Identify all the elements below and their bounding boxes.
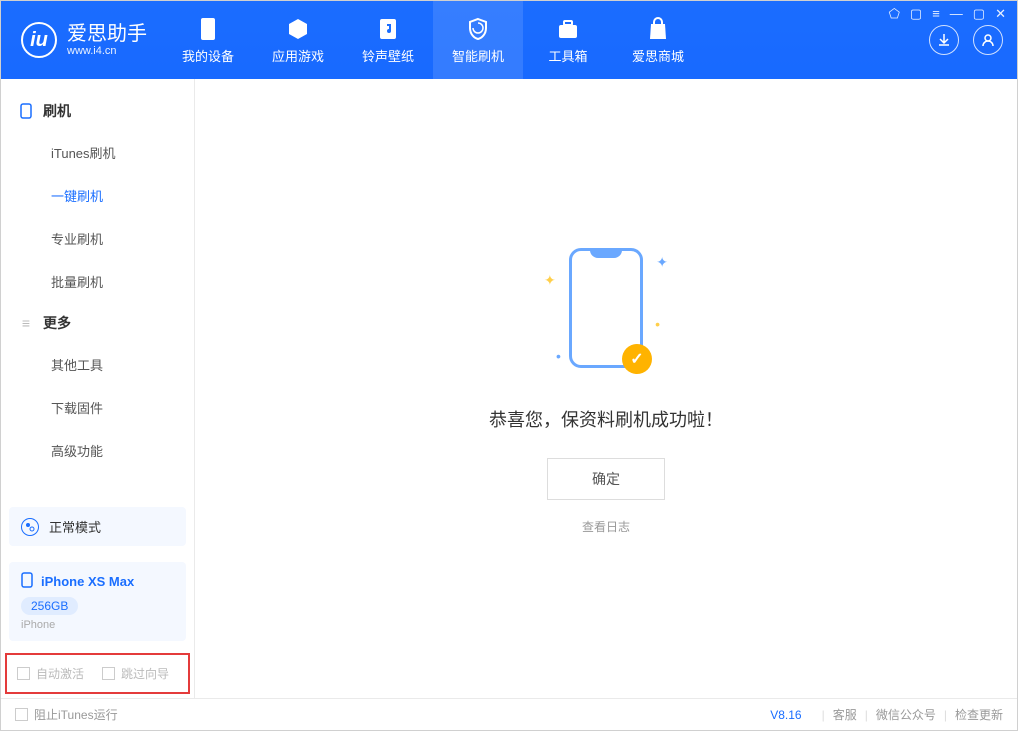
cube-icon: [285, 16, 311, 42]
tab-ringtones[interactable]: 铃声壁纸: [343, 1, 433, 79]
skin-icon[interactable]: ▢: [910, 6, 922, 22]
sidebar-group-more: ≡ 更多: [1, 303, 194, 343]
main-content: ✦ ✦ • • ✓ 恭喜您，保资料刷机成功啦！ 确定 查看日志: [195, 79, 1017, 698]
app-name: 爱思助手: [67, 23, 147, 45]
status-bar: 阻止iTunes运行 V8.16 | 客服 | 微信公众号 | 检查更新: [1, 698, 1017, 730]
device-mode-box[interactable]: 正常模式: [9, 507, 186, 546]
shield-icon: [465, 16, 491, 42]
sidebar-item-pro-flash[interactable]: 专业刷机: [1, 217, 194, 260]
minimize-icon[interactable]: —: [950, 6, 963, 22]
app-header: ⬠ ▢ ≡ — ▢ ✕ iu 爱思助手 www.i4.cn 我的设备 应用游戏 …: [1, 1, 1017, 79]
tab-label: 工具箱: [548, 46, 587, 65]
link-service[interactable]: 客服: [833, 706, 857, 723]
version-label: V8.16: [770, 708, 801, 722]
success-illustration: ✦ ✦ • • ✓: [526, 242, 686, 382]
sparkle-icon: ✦: [544, 272, 556, 289]
tab-flash[interactable]: 智能刷机: [433, 1, 523, 79]
download-button[interactable]: [929, 25, 959, 55]
tab-label: 我的设备: [182, 46, 234, 65]
sidebar-item-advanced[interactable]: 高级功能: [1, 429, 194, 472]
success-message: 恭喜您，保资料刷机成功啦！: [489, 406, 723, 432]
phone-outline-icon: [19, 104, 33, 118]
sidebar-item-batch-flash[interactable]: 批量刷机: [1, 260, 194, 303]
tab-label: 爱思商城: [632, 46, 684, 65]
tab-store[interactable]: 爱思商城: [613, 1, 703, 79]
sidebar-item-other-tools[interactable]: 其他工具: [1, 343, 194, 386]
pin-icon[interactable]: ⬠: [889, 6, 900, 22]
phone-icon: [195, 16, 221, 42]
device-card[interactable]: iPhone XS Max 256GB iPhone: [9, 562, 186, 641]
sidebar-item-itunes-flash[interactable]: iTunes刷机: [1, 131, 194, 174]
mode-label: 正常模式: [49, 517, 101, 536]
sparkle-icon: •: [655, 316, 660, 332]
tab-my-device[interactable]: 我的设备: [163, 1, 253, 79]
group-title: 刷机: [43, 101, 71, 121]
check-badge-icon: ✓: [622, 344, 652, 374]
toolbox-icon: [555, 16, 581, 42]
app-url: www.i4.cn: [67, 45, 147, 57]
sparkle-icon: ✦: [656, 254, 668, 271]
checkbox-icon: [102, 667, 115, 680]
highlighted-options: 自动激活 跳过向导: [5, 653, 190, 694]
device-storage-badge: 256GB: [21, 597, 78, 615]
device-name: iPhone XS Max: [41, 574, 134, 589]
logo-area: iu 爱思助手 www.i4.cn: [1, 1, 163, 79]
chk-stop-itunes[interactable]: 阻止iTunes运行: [15, 706, 118, 723]
mode-icon: [21, 518, 39, 536]
confirm-button[interactable]: 确定: [547, 458, 665, 500]
tab-label: 铃声壁纸: [362, 46, 414, 65]
music-icon: [375, 16, 401, 42]
sidebar-group-flash: 刷机: [1, 91, 194, 131]
maximize-icon[interactable]: ▢: [973, 6, 985, 22]
link-update[interactable]: 检查更新: [955, 706, 1003, 723]
logo-icon: iu: [21, 22, 57, 58]
tab-apps[interactable]: 应用游戏: [253, 1, 343, 79]
close-icon[interactable]: ✕: [995, 6, 1006, 22]
bag-icon: [645, 16, 671, 42]
link-wechat[interactable]: 微信公众号: [876, 706, 936, 723]
chk-skip-guide[interactable]: 跳过向导: [102, 665, 169, 682]
device-phone-icon: [21, 572, 33, 591]
sparkle-icon: •: [556, 348, 561, 364]
tab-toolbox[interactable]: 工具箱: [523, 1, 613, 79]
user-button[interactable]: [973, 25, 1003, 55]
device-type: iPhone: [21, 619, 174, 631]
menu-icon[interactable]: ≡: [932, 6, 940, 22]
list-icon: ≡: [19, 316, 33, 330]
window-controls: ⬠ ▢ ≡ — ▢ ✕: [889, 6, 1006, 22]
sidebar: 刷机 iTunes刷机 一键刷机 专业刷机 批量刷机 ≡ 更多 其他工具 下载固…: [1, 79, 195, 698]
chk-auto-activate[interactable]: 自动激活: [17, 665, 84, 682]
tab-label: 智能刷机: [452, 46, 504, 65]
sidebar-item-oneclick-flash[interactable]: 一键刷机: [1, 174, 194, 217]
view-log-link[interactable]: 查看日志: [582, 518, 630, 535]
group-title: 更多: [43, 313, 71, 333]
nav-tabs: 我的设备 应用游戏 铃声壁纸 智能刷机 工具箱 爱思商城: [163, 1, 703, 79]
sidebar-item-download-firmware[interactable]: 下载固件: [1, 386, 194, 429]
checkbox-icon: [17, 667, 30, 680]
tab-label: 应用游戏: [272, 46, 324, 65]
checkbox-icon: [15, 708, 28, 721]
